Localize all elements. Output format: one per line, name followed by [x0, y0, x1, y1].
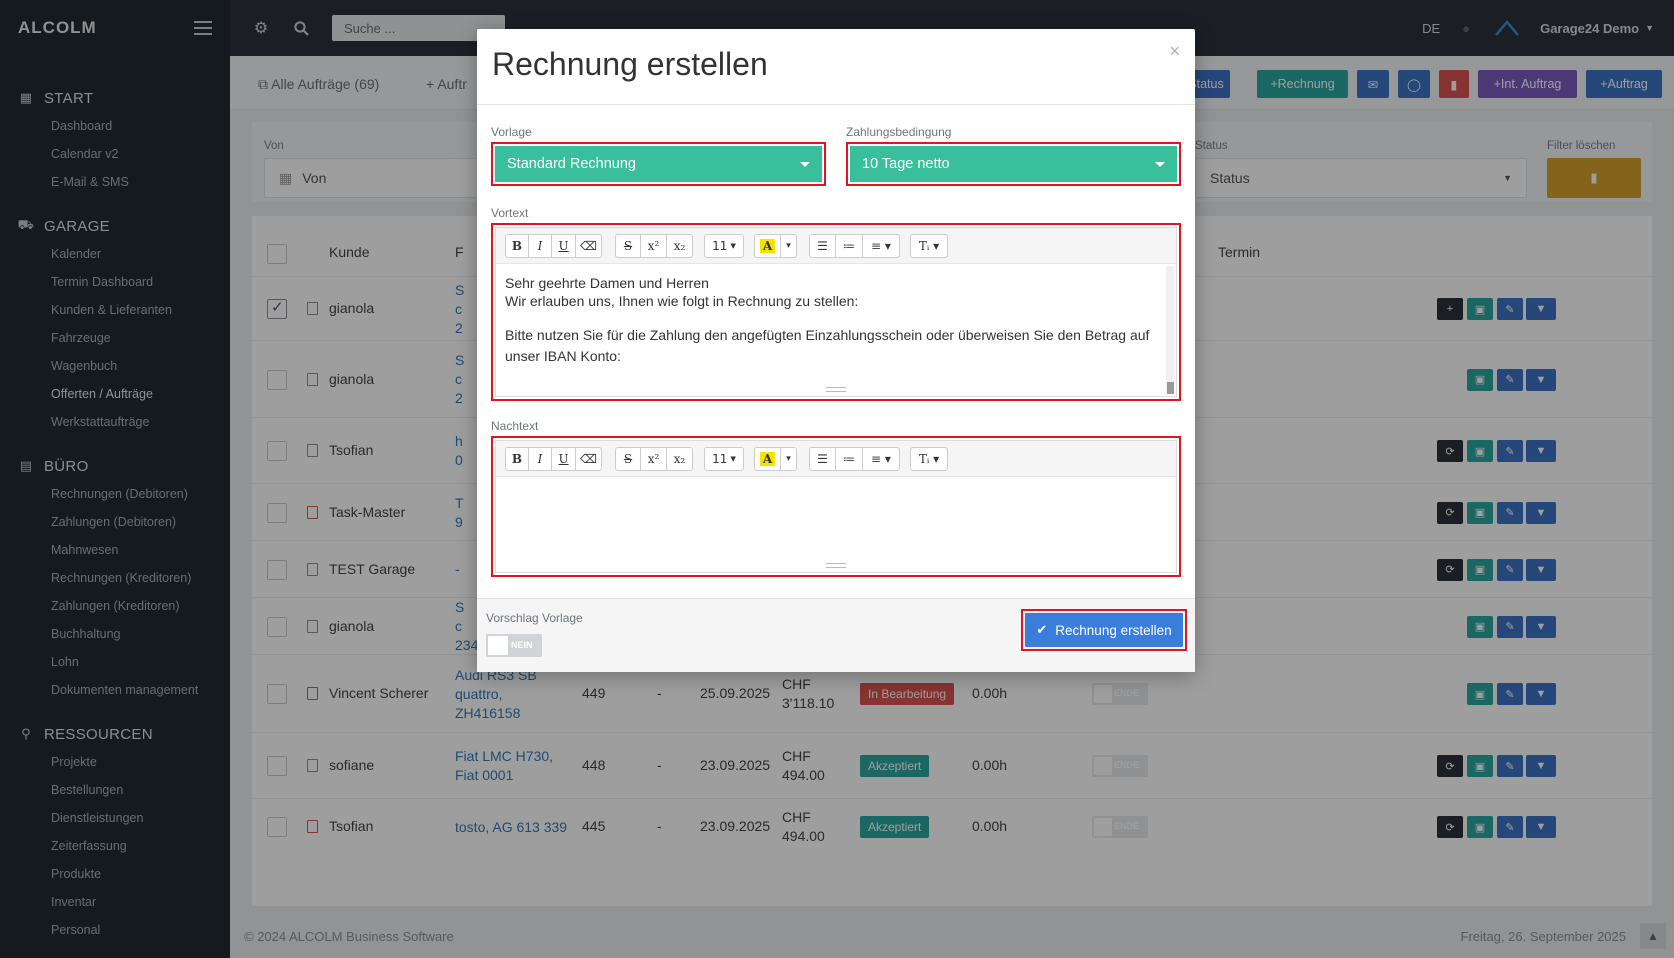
- vortext-line: Bitte nutzen Sie für die Zahlung den ang…: [505, 327, 1150, 364]
- nachtext-content[interactable]: [496, 477, 1176, 567]
- strikethrough-button[interactable]: S: [615, 447, 641, 471]
- text-style-dropdown[interactable]: Tᵢ ▾: [910, 447, 948, 471]
- underline-button[interactable]: U: [551, 447, 576, 471]
- strikethrough-button[interactable]: S: [615, 234, 641, 258]
- color-caret-icon[interactable]: ▾: [780, 234, 797, 258]
- caret-down-icon: [1155, 161, 1165, 167]
- vorschlag-toggle-label: NEIN: [511, 640, 533, 650]
- vorlage-select[interactable]: Standard Rechnung: [491, 142, 826, 186]
- rechnung-modal: Rechnung erstellen × Vorlage Standard Re…: [477, 29, 1195, 672]
- nachtext-editor: B I U ⌫ Sx² x₂ 11 ▼ A ▾ ☰ ≔ ≡ ▾ Tᵢ ▾: [491, 436, 1181, 577]
- font-size-value: 11: [712, 452, 728, 466]
- bold-button[interactable]: B: [505, 234, 529, 258]
- rechnung-erstellen-button[interactable]: ✔ Rechnung erstellen: [1025, 613, 1183, 647]
- modal-header: Rechnung erstellen ×: [477, 29, 1195, 105]
- editor-resize-handle[interactable]: [826, 563, 846, 568]
- eraser-icon[interactable]: ⌫: [575, 234, 602, 258]
- bullet-list-icon[interactable]: ☰: [809, 447, 836, 471]
- ordered-list-icon[interactable]: ≔: [835, 447, 863, 471]
- vorschlag-label: Vorschlag Vorlage: [486, 611, 583, 625]
- vortext-label: Vortext: [491, 206, 529, 220]
- font-size-dropdown[interactable]: 11 ▼: [704, 234, 744, 258]
- text-color-button[interactable]: A: [754, 234, 781, 258]
- vorlage-label: Vorlage: [491, 125, 532, 139]
- vortext-content[interactable]: Sehr geehrte Damen und Herren Wir erlaub…: [496, 264, 1176, 377]
- submit-highlight: ✔ Rechnung erstellen: [1021, 609, 1187, 651]
- vorlage-value: Standard Rechnung: [507, 156, 636, 172]
- text-color-button[interactable]: A: [754, 447, 781, 471]
- ordered-list-icon[interactable]: ≔: [835, 234, 863, 258]
- close-icon[interactable]: ×: [1169, 41, 1180, 62]
- font-size-dropdown[interactable]: 11 ▼: [704, 447, 744, 471]
- zahlungsbedingung-select[interactable]: 10 Tage netto: [846, 142, 1181, 186]
- nachtext-toolbar: B I U ⌫ Sx² x₂ 11 ▼ A ▾ ☰ ≔ ≡ ▾ Tᵢ ▾: [496, 441, 1176, 477]
- superscript-button[interactable]: x²: [640, 447, 667, 471]
- italic-button[interactable]: I: [528, 234, 552, 258]
- editor-resize-handle[interactable]: [826, 387, 846, 392]
- align-dropdown[interactable]: ≡ ▾: [862, 234, 900, 258]
- bullet-list-icon[interactable]: ☰: [809, 234, 836, 258]
- vortext-line: Wir erlauben uns, Ihnen wie folgt in Rec…: [505, 293, 859, 309]
- color-caret-icon[interactable]: ▾: [780, 447, 797, 471]
- align-dropdown[interactable]: ≡ ▾: [862, 447, 900, 471]
- nachtext-label: Nachtext: [491, 419, 539, 433]
- eraser-icon[interactable]: ⌫: [575, 447, 602, 471]
- subscript-button[interactable]: x₂: [666, 234, 693, 258]
- zahlungsbedingung-value: 10 Tage netto: [862, 156, 950, 172]
- zahlungsbedingung-label: Zahlungsbedingung: [846, 125, 952, 139]
- editor-scrollbar[interactable]: [1166, 266, 1174, 394]
- superscript-button[interactable]: x²: [640, 234, 667, 258]
- vortext-editor: B I U ⌫ Sx² x₂ 11 ▼ A ▾ ☰ ≔ ≡ ▾ Tᵢ ▾ Sehr geehrte Dam…: [491, 223, 1181, 401]
- bold-button[interactable]: B: [505, 447, 529, 471]
- font-size-value: 11: [712, 239, 728, 253]
- check-icon: ✔: [1036, 622, 1048, 637]
- text-style-dropdown[interactable]: Tᵢ ▾: [910, 234, 948, 258]
- italic-button[interactable]: I: [528, 447, 552, 471]
- modal-footer: Vorschlag Vorlage NEIN ✔ Rechnung erstel…: [477, 598, 1195, 672]
- rechnung-erstellen-label: Rechnung erstellen: [1055, 622, 1172, 638]
- vorschlag-toggle[interactable]: NEIN: [486, 634, 542, 657]
- caret-down-icon: [800, 161, 810, 167]
- vortext-line: Sehr geehrte Damen und Herren: [505, 275, 709, 291]
- subscript-button[interactable]: x₂: [666, 447, 693, 471]
- modal-title: Rechnung erstellen: [492, 46, 768, 82]
- vortext-toolbar: B I U ⌫ Sx² x₂ 11 ▼ A ▾ ☰ ≔ ≡ ▾ Tᵢ ▾: [496, 228, 1176, 264]
- underline-button[interactable]: U: [551, 234, 576, 258]
